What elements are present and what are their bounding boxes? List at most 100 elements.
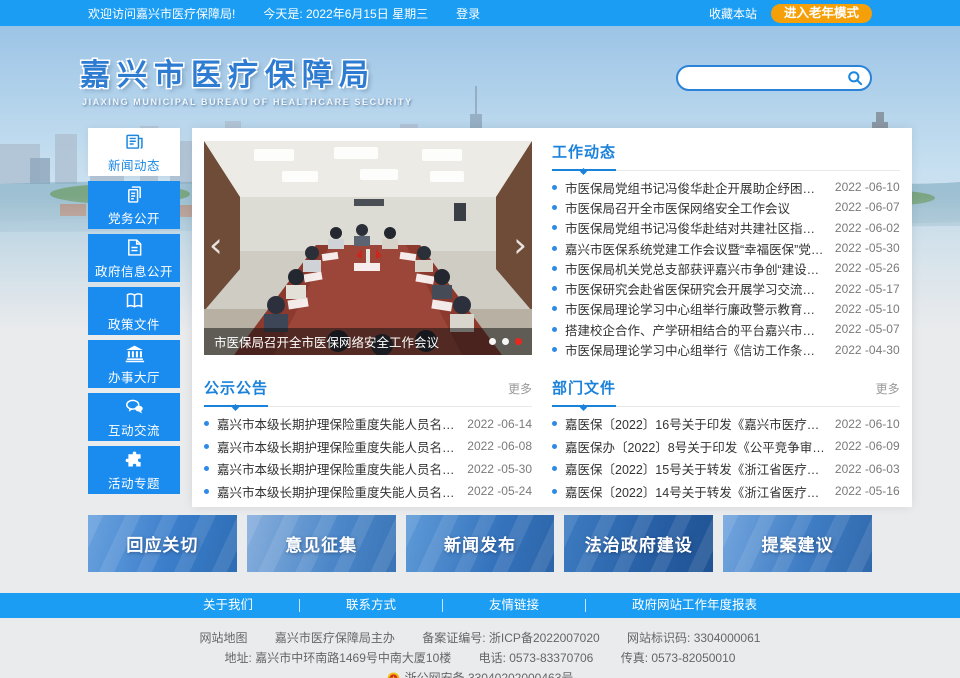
carousel-prev-arrow[interactable]: ‹ [209,228,223,262]
favorite-site-link[interactable]: 收藏本站 [709,5,757,22]
section-header: 工作动态 [552,141,900,171]
newspaper-icon [124,131,145,152]
news-item-date: 2022 -05-26 [835,261,900,275]
top-utility-bar: 欢迎访问嘉兴市医疗保障局! 今天是: 2022年6月15日 星期三 登录 收藏本… [0,0,960,26]
sidebar-item-service-hall[interactable]: 办事大厅 [88,340,180,388]
sidebar-item-interaction[interactable]: 互动交流 [88,393,180,441]
welcome-text: 欢迎访问嘉兴市医疗保障局! [88,5,235,22]
news-item-date: 2022 -05-24 [467,484,532,498]
elder-mode-button[interactable]: 进入老年模式 [771,4,872,23]
news-list-item[interactable]: 嘉兴市本级长期护理保险重度失能人员名单公示 (2... 2022 -05-30 [204,457,532,479]
search-icon[interactable] [847,70,863,86]
news-list-item[interactable]: 搭建校企合作、产学研相结合的平台嘉兴市长期护理... 2022 -05-07 [552,319,900,339]
news-list-item[interactable]: 市医保局机关党总支部获评嘉兴市争创“建设清廉机... 2022 -05-26 [552,258,900,278]
news-item-date: 2022 -06-09 [835,439,900,453]
news-item-date: 2022 -05-07 [835,322,900,336]
site-identity: 嘉兴市医疗保障局 JIAXING MUNICIPAL BUREAU OF HEA… [80,50,413,107]
banner-link[interactable]: 回应关切 [88,515,237,572]
bullet-dot [204,466,209,471]
news-list-item[interactable]: 市医保局理论学习中心组举行《信访工作条例》专题... 2022 -04-30 [552,339,900,359]
section-title-pointer [580,404,587,411]
address-text: 地址: 嘉兴市中环南路1469号中南大厦10楼 [225,651,452,665]
news-item-title: 市医保局理论学习中心组举行廉政警示教育专题学习... [565,299,825,318]
bullet-dot [552,286,557,291]
sitemap-link[interactable]: 网站地图 [200,631,248,645]
carousel-dot[interactable] [502,338,509,345]
search-input[interactable] [676,65,872,91]
carousel-dot[interactable] [489,338,496,345]
news-list-item[interactable]: 嘉医保〔2022〕14号关于转发《浙江省医疗保... 2022 -05-16 [552,480,900,502]
banner-link[interactable]: 提案建议 [723,515,872,572]
news-list-item[interactable]: 嘉医保〔2022〕15号关于转发《浙江省医疗保... 2022 -06-03 [552,457,900,479]
news-item-title: 市医保局理论学习中心组举行《信访工作条例》专题... [565,340,825,359]
bullet-dot [552,466,557,471]
sidebar-item-label: 政府信息公开 [95,261,173,280]
bullet-dot [552,246,557,251]
news-list-item[interactable]: 嘉医保〔2022〕16号关于印发《嘉兴市医疗保... 2022 -06-10 [552,413,900,435]
news-list-item[interactable]: 嘉兴市本级长期护理保险重度失能人员名单公示 (2... 2022 -06-14 [204,413,532,435]
site-code: 网站标识码: 3304000061 [627,631,760,645]
bank-icon [124,343,145,364]
carousel-dots [489,338,522,345]
bullet-dot [552,266,557,271]
carousel-caption[interactable]: 市医保局召开全市医保网络安全工作会议 [214,332,481,351]
news-item-title: 嘉医保办〔2022〕8号关于印发《公平竞争审查... [565,437,825,456]
police-record-text[interactable]: 浙公网安备 33040202000463号 [405,668,574,678]
banner-label: 新闻发布 [444,531,516,556]
news-item-title: 嘉医保〔2022〕15号关于转发《浙江省医疗保... [565,459,825,478]
news-list-item[interactable]: 嘉兴市本级长期护理保险重度失能人员名单公示 (2... 2022 -06-08 [204,435,532,457]
sidebar-item-policy-files[interactable]: 政策文件 [88,287,180,335]
news-item-date: 2022 -05-17 [835,282,900,296]
news-item-date: 2022 -05-16 [835,484,900,498]
news-item-date: 2022 -06-02 [835,221,900,235]
footer-nav-link[interactable]: 友情链接 [442,599,585,612]
carousel-caption-bar: 市医保局召开全市医保网络安全工作会议 [204,328,532,355]
footer-nav-link[interactable]: 关于我们 [157,599,299,612]
section-department-files: 部门文件 更多 嘉医保〔2022〕16号关于印发《嘉兴市医疗保... 2022 … [552,377,900,503]
banner-link[interactable]: 新闻发布 [406,515,555,572]
news-list-item[interactable]: 嘉兴市医保系统党建工作会议暨“幸福医保”党建联... 2022 -05-30 [552,238,900,258]
content-card: ‹ › 市医保局召开全市医保网络安全工作会议 工作动态 [192,128,912,507]
bullet-dot [552,444,557,449]
news-item-date: 2022 -05-30 [467,462,532,476]
section-title: 工作动态 [552,141,616,162]
news-list-item[interactable]: 嘉医保办〔2022〕8号关于印发《公平竞争审查... 2022 -06-09 [552,435,900,457]
news-item-date: 2022 -06-08 [467,439,532,453]
sidebar-item-label: 新闻动态 [108,155,160,174]
footer-nav-link[interactable]: 联系方式 [299,599,442,612]
news-list-item[interactable]: 市医保研究会赴省医保研究会开展学习交流活动 2022 -05-17 [552,278,900,298]
news-item-date: 2022 -05-10 [835,302,900,316]
news-item-title: 嘉兴市本级长期护理保险重度失能人员名单公示 (2... [217,459,457,478]
section-work-dynamics: 工作动态 市医保局党组书记冯俊华赴企开展助企纾困活动 2022 -06-10 [552,141,900,360]
news-list-item[interactable]: 市医保局召开全市医保网络安全工作会议 2022 -06-07 [552,197,900,217]
bullet-dot [552,185,557,190]
sidebar-item-party-affairs[interactable]: 党务公开 [88,181,180,229]
fax-text: 传真: 0573-82050010 [621,651,736,665]
banner-link[interactable]: 意见征集 [247,515,396,572]
bullet-dot [204,489,209,494]
news-list-item[interactable]: 市医保局理论学习中心组举行廉政警示教育专题学习... 2022 -05-10 [552,299,900,319]
news-item-date: 2022 -06-07 [835,200,900,214]
login-link[interactable]: 登录 [456,5,480,22]
news-item-title: 嘉兴市本级长期护理保险重度失能人员名单公示 (2... [217,482,457,501]
bullet-dot [552,421,557,426]
news-item-date: 2022 -06-03 [835,462,900,476]
sidebar-item-news[interactable]: 新闻动态 [88,128,180,176]
news-item-title: 市医保局党组书记冯俊华赴结对共建社区指导全国文... [565,218,825,237]
sidebar-item-special-topics[interactable]: 活动专题 [88,446,180,494]
sidebar-item-gov-info[interactable]: 政府信息公开 [88,234,180,282]
news-list-item[interactable]: 市医保局党组书记冯俊华赴企开展助企纾困活动 2022 -06-10 [552,177,900,197]
sidebar-nav: 新闻动态 党务公开 政府信息公开 政策文件 [88,128,180,507]
carousel-dot-active[interactable] [515,338,522,345]
more-link[interactable]: 更多 [876,380,900,397]
footer-line-1: 网站地图 嘉兴市医疗保障局主办 备案证编号: 浙ICP备2022007020 网… [0,628,960,648]
footer-nav-link[interactable]: 政府网站工作年度报表 [585,599,803,612]
news-carousel[interactable]: ‹ › 市医保局召开全市医保网络安全工作会议 [204,141,532,355]
news-list-item[interactable]: 嘉兴市本级长期护理保险重度失能人员名单公示 (2... 2022 -05-24 [204,480,532,502]
main-content: 新闻动态 党务公开 政府信息公开 政策文件 [88,128,872,507]
carousel-next-arrow[interactable]: › [513,228,527,262]
more-link[interactable]: 更多 [508,380,532,397]
bullet-dot [552,489,557,494]
news-list-item[interactable]: 市医保局党组书记冯俊华赴结对共建社区指导全国文... 2022 -06-02 [552,218,900,238]
banner-link[interactable]: 法治政府建设 [564,515,713,572]
